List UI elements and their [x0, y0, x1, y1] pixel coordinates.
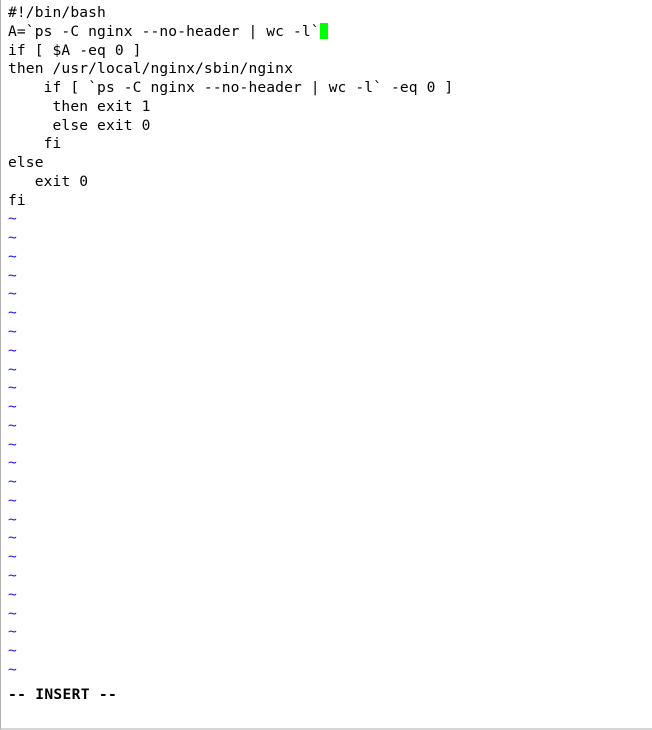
code-line[interactable]: then /usr/local/nginx/sbin/nginx — [8, 60, 652, 79]
text-cursor — [319, 22, 329, 39]
tilde-glyph: ~ — [8, 285, 17, 303]
tilde-glyph: ~ — [8, 585, 17, 603]
code-line[interactable]: then exit 1 — [8, 98, 652, 117]
tilde-glyph: ~ — [8, 247, 17, 265]
tilde-glyph: ~ — [8, 566, 17, 584]
tilde-glyph: ~ — [8, 360, 17, 378]
code-line-text: else — [8, 154, 44, 172]
code-line[interactable]: if [ $A -eq 0 ] — [8, 42, 652, 61]
tilde-glyph: ~ — [8, 416, 17, 434]
tilde-glyph: ~ — [8, 491, 17, 509]
code-line[interactable]: exit 0 — [8, 173, 652, 192]
empty-line-marker: ~ — [8, 473, 652, 492]
empty-line-marker: ~ — [8, 567, 652, 586]
code-line[interactable]: #!/bin/bash — [8, 4, 652, 23]
empty-line-marker: ~ — [8, 511, 652, 530]
empty-line-marker: ~ — [8, 248, 652, 267]
empty-line-marker: ~ — [8, 454, 652, 473]
empty-line-marker: ~ — [8, 398, 652, 417]
tilde-glyph: ~ — [8, 510, 17, 528]
tilde-glyph: ~ — [8, 229, 17, 247]
empty-line-marker: ~ — [8, 661, 652, 680]
code-line-text: #!/bin/bash — [8, 4, 106, 21]
tilde-glyph: ~ — [8, 604, 17, 622]
tilde-glyph: ~ — [8, 398, 17, 416]
empty-line-marker: ~ — [8, 285, 652, 304]
empty-line-marker: ~ — [8, 229, 652, 248]
code-line-text: then exit 1 — [8, 97, 151, 115]
vim-editor-window[interactable]: #!/bin/bash A=`ps -C nginx --no-header | … — [0, 0, 652, 730]
code-line-text: then /usr/local/nginx/sbin/nginx — [8, 60, 293, 78]
empty-line-marker: ~ — [8, 605, 652, 624]
code-line-text: if [ `ps -C nginx --no-header | wc -l` -… — [8, 79, 454, 97]
empty-line-marker: ~ — [8, 586, 652, 605]
code-line-text: A=`ps -C nginx --no-header | wc -l` — [8, 22, 320, 40]
tilde-glyph: ~ — [8, 623, 17, 641]
code-line-text: if [ $A -eq 0 ] — [8, 41, 142, 59]
code-line[interactable]: if [ `ps -C nginx --no-header | wc -l` -… — [8, 79, 652, 98]
empty-line-marker: ~ — [8, 548, 652, 567]
tilde-glyph: ~ — [8, 529, 17, 547]
code-line[interactable]: else exit 0 — [8, 117, 652, 136]
code-line[interactable]: fi — [8, 135, 652, 154]
tilde-glyph: ~ — [8, 642, 17, 660]
tilde-glyph: ~ — [8, 266, 17, 284]
tilde-glyph: ~ — [8, 548, 17, 566]
empty-line-marker: ~ — [8, 342, 652, 361]
code-line-text: fi — [8, 135, 62, 153]
empty-line-marker: ~ — [8, 417, 652, 436]
tilde-glyph: ~ — [8, 660, 17, 678]
empty-line-marker: ~ — [8, 379, 652, 398]
tilde-glyph: ~ — [8, 323, 17, 341]
empty-line-marker: ~ — [8, 361, 652, 380]
empty-line-marker: ~ — [8, 304, 652, 323]
empty-line-marker: ~ — [8, 210, 652, 229]
text-buffer-area[interactable]: #!/bin/bash A=`ps -C nginx --no-header | … — [1, 0, 652, 680]
tilde-glyph: ~ — [8, 454, 17, 472]
code-line[interactable]: else — [8, 154, 652, 173]
code-line-text: exit 0 — [8, 172, 89, 190]
code-line[interactable]: fi — [8, 192, 652, 211]
empty-line-marker: ~ — [8, 323, 652, 342]
empty-line-marker: ~ — [8, 623, 652, 642]
window-bottom-divider — [1, 728, 652, 729]
code-line-text: fi — [8, 191, 26, 209]
code-line[interactable]: A=`ps -C nginx --no-header | wc -l` — [8, 22, 652, 42]
empty-line-marker: ~ — [8, 529, 652, 548]
tilde-glyph: ~ — [8, 210, 17, 228]
code-line-text: else exit 0 — [8, 116, 151, 134]
empty-line-marker: ~ — [8, 642, 652, 661]
tilde-glyph: ~ — [8, 341, 17, 359]
tilde-glyph: ~ — [8, 304, 17, 322]
empty-line-marker: ~ — [8, 436, 652, 455]
tilde-glyph: ~ — [8, 473, 17, 491]
vim-status-line-mode: -- INSERT -- — [8, 686, 118, 703]
empty-line-marker: ~ — [8, 267, 652, 286]
empty-line-marker: ~ — [8, 492, 652, 511]
tilde-glyph: ~ — [8, 435, 17, 453]
tilde-glyph: ~ — [8, 379, 17, 397]
